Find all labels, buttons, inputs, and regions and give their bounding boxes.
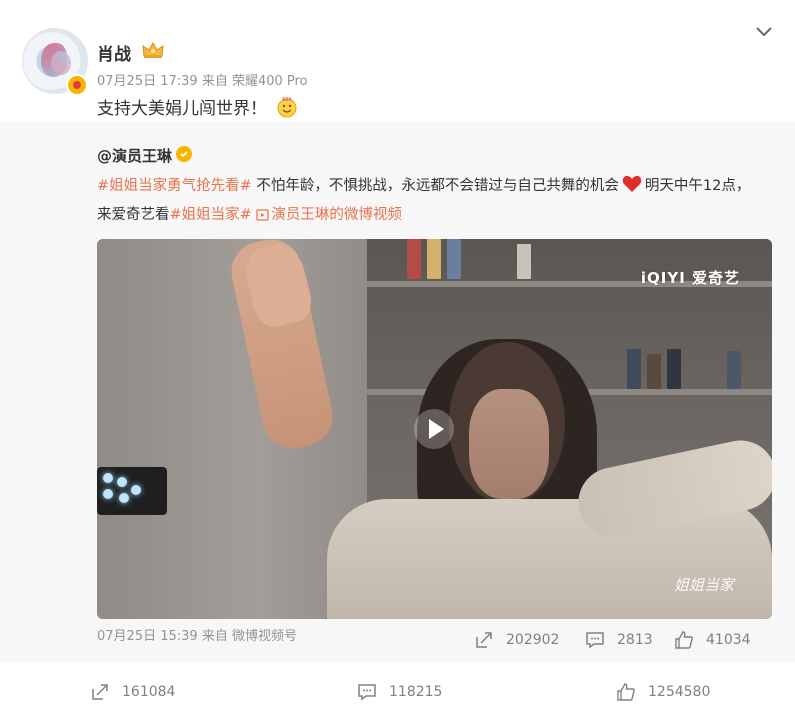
video-link[interactable]: 演员王琳的微博视频 bbox=[256, 207, 402, 223]
repost-icon bbox=[476, 632, 492, 648]
verified-badge-icon bbox=[66, 74, 88, 96]
post-username[interactable]: 肖战 bbox=[97, 40, 131, 65]
comment-icon bbox=[586, 632, 604, 649]
verified-icon bbox=[176, 146, 192, 162]
comment-button[interactable]: 118215 bbox=[357, 682, 442, 702]
repost-count: 202902 bbox=[506, 632, 560, 648]
post-meta: 07月25日 17:39 来自 荣耀400 Pro bbox=[97, 74, 308, 89]
smiley-emoji-icon: 666 bbox=[277, 97, 297, 118]
video-scene bbox=[469, 389, 549, 499]
iqiyi-logo: iQIYI 爱奇艺 bbox=[640, 269, 740, 287]
repost-text-part: 不怕年龄，不惧挑战，永远都不会错过与自己共舞的机会 bbox=[251, 178, 619, 194]
video-link-label: 演员王琳的微博视频 bbox=[271, 207, 402, 223]
chevron-down-icon[interactable] bbox=[752, 22, 776, 42]
repost-text: #姐姐当家勇气抢先看# 不怕年龄，不惧挑战，永远都不会错过与自己共舞的机会 明天中… bbox=[97, 172, 757, 230]
play-button[interactable] bbox=[414, 409, 454, 449]
repost-icon bbox=[92, 684, 108, 700]
like-button[interactable]: 1254580 bbox=[616, 682, 710, 702]
repost-like-button[interactable]: 41034 bbox=[674, 630, 751, 650]
post-text: 支持大美娟儿闯世界！ 666 bbox=[97, 94, 298, 119]
svg-text:666: 666 bbox=[283, 97, 293, 103]
thumbs-up-icon bbox=[675, 631, 693, 649]
avatar-art bbox=[51, 51, 71, 75]
repost-meta: 07月25日 15:39 来自 微博视频号 bbox=[97, 629, 297, 644]
comment-icon bbox=[358, 684, 376, 701]
repost-username[interactable]: @演员王琳 bbox=[97, 145, 172, 166]
video-watermark: 姐姐当家 bbox=[673, 576, 734, 594]
weibo-post-card: 肖战 07月25日 17:39 来自 荣耀400 Pro 支持大美娟儿闯世界！ … bbox=[0, 0, 795, 716]
video-scene bbox=[97, 467, 167, 515]
post-text-content: 支持大美娟儿闯世界！ bbox=[97, 99, 267, 119]
heart-icon bbox=[622, 175, 642, 192]
video-player[interactable]: iQIYI 爱奇艺 姐姐当家 bbox=[97, 239, 772, 619]
like-count: 1254580 bbox=[648, 684, 711, 700]
comment-count: 118215 bbox=[389, 684, 443, 700]
hashtag-link[interactable]: #姐姐当家# bbox=[170, 207, 252, 223]
play-icon bbox=[429, 419, 444, 439]
like-count: 41034 bbox=[706, 632, 751, 648]
video-link-icon bbox=[256, 209, 270, 221]
thumbs-up-icon bbox=[617, 683, 635, 701]
repost-button[interactable]: 161084 bbox=[90, 682, 175, 702]
hashtag-link[interactable]: #姐姐当家勇气抢先看# bbox=[97, 178, 252, 194]
repost-count: 161084 bbox=[122, 684, 176, 700]
crown-icon[interactable] bbox=[141, 40, 165, 60]
repost-comment-button[interactable]: 2813 bbox=[585, 630, 653, 650]
comment-count: 2813 bbox=[617, 632, 653, 648]
repost-repost-button[interactable]: 202902 bbox=[474, 630, 559, 650]
